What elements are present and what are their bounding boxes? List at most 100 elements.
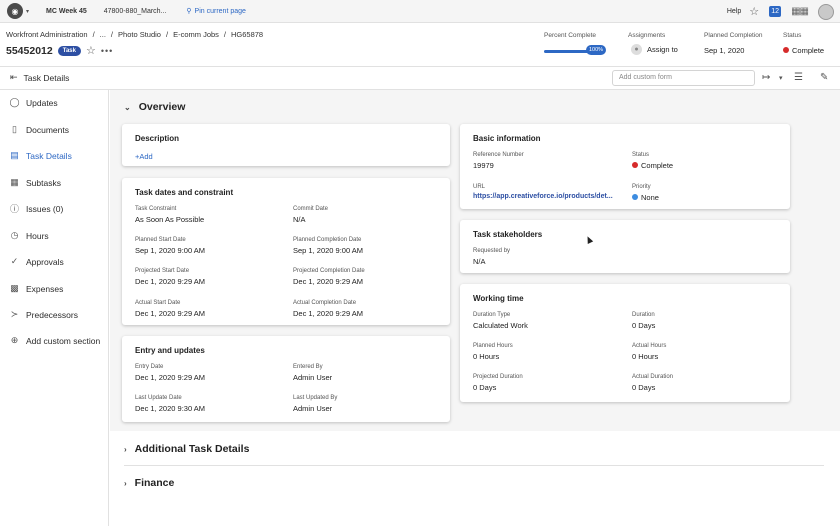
field-value[interactable]: 0 Hours: [473, 352, 499, 361]
status-label: Status: [783, 32, 802, 39]
breadcrumb-item[interactable]: Photo Studio: [118, 30, 161, 39]
url-link[interactable]: https://app.creativeforce.io/products/de…: [473, 193, 613, 200]
breadcrumb-separator: /: [223, 30, 226, 39]
sidebar-item-updates[interactable]: ◯ Updates: [9, 97, 57, 108]
card-title: Entry and updates: [135, 346, 205, 355]
export-icon[interactable]: ↦: [762, 72, 770, 83]
field-value: Admin User: [293, 373, 333, 382]
field-value[interactable]: N/A: [293, 215, 306, 224]
chevron-down-icon[interactable]: ▾: [26, 8, 29, 15]
workfront-logo-icon[interactable]: ◉: [7, 3, 23, 19]
sidebar-item-label: Task Details: [26, 150, 72, 161]
field-value[interactable]: N/A: [473, 257, 486, 266]
help-link[interactable]: Help: [727, 8, 741, 15]
breadcrumb: Workfront Administration / ... / Photo S…: [6, 30, 263, 39]
field-value[interactable]: 0 Days: [632, 321, 655, 330]
sidebar-item-label: Hours: [26, 230, 49, 241]
money-icon: ▩: [10, 283, 19, 293]
working-time-card: Working time Duration Type Calculated Wo…: [460, 284, 790, 402]
task-dates-card: Task dates and constraint Task Constrain…: [122, 178, 450, 325]
section-divider: [124, 465, 824, 466]
clock-icon: ◷: [10, 230, 19, 240]
overview-section-toggle[interactable]: ⌄ Overview: [124, 101, 185, 113]
planned-completion-value: Sep 1, 2020: [704, 46, 745, 55]
notifications-badge[interactable]: 12: [769, 6, 782, 17]
pin-page-link[interactable]: ⚲ Pin current page: [186, 7, 246, 16]
sidebar-item-label: Predecessors: [26, 309, 78, 320]
star-icon[interactable]: ☆: [749, 5, 759, 18]
sidebar-item-label: Subtasks: [26, 177, 61, 188]
sidebar-item-task-details[interactable]: ▤ Task Details: [9, 150, 72, 161]
sidebar-item-issues[interactable]: ⓘ Issues (0): [9, 203, 63, 215]
percent-value: 100%: [586, 45, 607, 55]
collapsed-sections: › Additional Task Details › Finance: [110, 431, 840, 526]
field-value[interactable]: As Soon As Possible: [135, 215, 204, 224]
breadcrumb-separator: /: [92, 30, 95, 39]
sidebar-item-add-custom-section[interactable]: ⊕ Add custom section: [9, 335, 100, 346]
field-label: Planned Start Date: [135, 237, 186, 243]
field-label: Actual Hours: [632, 343, 667, 349]
priority-field-value[interactable]: None: [632, 193, 659, 202]
field-label: Projected Start Date: [135, 268, 190, 274]
additional-task-details-toggle[interactable]: › Additional Task Details: [124, 443, 249, 455]
status-dot: [783, 47, 789, 53]
status-field-value[interactable]: Complete: [632, 161, 673, 170]
recent-tab[interactable]: MC Week 45: [46, 8, 87, 15]
field-value: 19979: [473, 161, 494, 170]
card-title: Task stakeholders: [473, 230, 543, 239]
sidebar-item-subtasks[interactable]: ▦ Subtasks: [9, 177, 61, 188]
field-label: Actual Completion Date: [293, 300, 357, 306]
field-value: Dec 1, 2020 9:30 AM: [135, 404, 206, 413]
custom-form-input[interactable]: Add custom form: [612, 70, 755, 86]
sidebar-item-hours[interactable]: ◷ Hours: [9, 230, 49, 241]
chat-icon: ◯: [9, 97, 20, 107]
field-label: Entry Date: [135, 364, 164, 370]
toolbar-title: Task Details: [23, 72, 70, 83]
field-label: Last Update Date: [135, 395, 182, 401]
list-view-icon[interactable]: ☰: [794, 72, 803, 83]
status-value[interactable]: Complete: [783, 46, 824, 55]
app-grid-icon[interactable]: ▦▦: [791, 6, 809, 17]
field-label: Commit Date: [293, 206, 329, 212]
sidebar-item-predecessors[interactable]: ≻ Predecessors: [9, 309, 78, 320]
assign-to-button[interactable]: Assign to: [647, 45, 678, 54]
user-icon: ●: [631, 44, 642, 55]
sidebar-item-expenses[interactable]: ▩ Expenses: [9, 283, 63, 294]
section-title: Additional Task Details: [134, 443, 250, 455]
field-value[interactable]: Dec 1, 2020 9:29 AM: [135, 309, 205, 318]
field-value[interactable]: Sep 1, 2020 9:00 AM: [293, 246, 363, 255]
add-description-link[interactable]: +Add: [135, 152, 153, 161]
breadcrumb-item[interactable]: E-comm Jobs: [173, 30, 219, 39]
field-value[interactable]: Sep 1, 2020 9:00 AM: [135, 246, 205, 255]
field-value[interactable]: Dec 1, 2020 9:29 AM: [135, 277, 205, 286]
priority-text: None: [641, 193, 659, 202]
breadcrumb-item[interactable]: HG65878: [231, 30, 263, 39]
field-value[interactable]: Dec 1, 2020 9:29 AM: [293, 277, 363, 286]
field-label: Projected Duration: [473, 374, 523, 380]
more-options-icon[interactable]: •••: [101, 46, 113, 56]
field-value[interactable]: Calculated Work: [473, 321, 528, 330]
chevron-down-icon[interactable]: ▾: [779, 74, 783, 82]
section-title: Finance: [134, 477, 175, 489]
edit-pencil-icon[interactable]: ✎: [820, 72, 828, 83]
status-text: Complete: [641, 161, 674, 170]
recent-tab[interactable]: 47800-880_March...: [104, 8, 167, 15]
sidebar-item-approvals[interactable]: ✓ Approvals: [9, 256, 64, 267]
breadcrumb-item[interactable]: Workfront Administration: [6, 30, 88, 39]
field-label: Requested by: [473, 248, 511, 254]
sidebar-item-label: Add custom section: [26, 335, 101, 346]
field-value[interactable]: Dec 1, 2020 9:29 AM: [293, 309, 363, 318]
field-value: Dec 1, 2020 9:29 AM: [135, 373, 206, 382]
field-label: Projected Completion Date: [293, 268, 365, 274]
finance-section-toggle[interactable]: › Finance: [124, 477, 174, 489]
avatar[interactable]: [818, 3, 834, 20]
sidebar: ◯ Updates ▯ Documents ▤ Task Details ▦ S…: [0, 90, 109, 526]
favorite-star-icon[interactable]: ☆: [86, 44, 96, 57]
breadcrumb-item[interactable]: ...: [100, 30, 106, 39]
field-label: Reference Number: [473, 152, 524, 158]
toolbar: ⇤ Task Details Add custom form ↦ ▾ ☰ ✎: [0, 67, 840, 90]
collapse-sidebar-icon[interactable]: ⇤: [10, 72, 18, 83]
sidebar-item-documents[interactable]: ▯ Documents: [9, 124, 69, 135]
percent-complete-slider[interactable]: 100%: [544, 45, 607, 55]
sidebar-item-label: Documents: [26, 124, 69, 135]
